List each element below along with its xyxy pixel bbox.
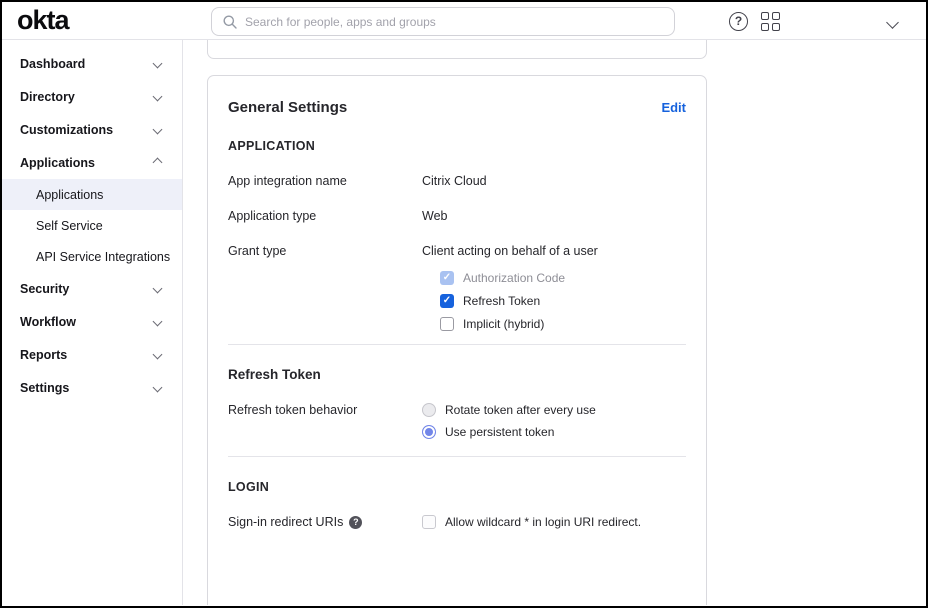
sidebar-item-directory[interactable]: Directory <box>2 80 182 113</box>
checkbox-checked-icon[interactable]: ✓ <box>440 294 454 308</box>
authorization-code-option: ✓ Authorization Code <box>440 271 686 285</box>
previous-card-partial <box>207 40 707 59</box>
sidebar-item-label: Settings <box>20 381 69 395</box>
section-divider <box>228 344 686 345</box>
refresh-token-radio-group: Rotate token after every use Use persist… <box>422 403 686 439</box>
chevron-down-icon <box>153 350 163 360</box>
sidebar-subitem-self-service[interactable]: Self Service <box>2 210 182 241</box>
checkbox-label: Refresh Token <box>463 294 540 308</box>
implicit-hybrid-option[interactable]: Implicit (hybrid) <box>440 317 686 331</box>
sidebar-subitem-api-service-integrations[interactable]: API Service Integrations <box>2 241 182 272</box>
application-type-row: Application type Web <box>228 209 686 223</box>
main-content: General Settings Edit APPLICATION App in… <box>183 40 926 605</box>
sidebar-item-label: API Service Integrations <box>36 250 170 264</box>
chevron-down-icon <box>153 317 163 327</box>
allow-wildcard-option[interactable]: Allow wildcard * in login URI redirect. <box>422 515 686 529</box>
checkbox-label: Allow wildcard * in login URI redirect. <box>445 515 641 529</box>
field-label: Refresh token behavior <box>228 403 422 417</box>
sidebar-item-label: Self Service <box>36 219 103 233</box>
checkbox-unchecked-icon[interactable] <box>422 515 436 529</box>
refresh-token-option[interactable]: ✓ Refresh Token <box>440 294 686 308</box>
chevron-down-icon <box>153 59 163 69</box>
sidebar-item-reports[interactable]: Reports <box>2 338 182 371</box>
section-divider <box>228 456 686 457</box>
sidebar-item-dashboard[interactable]: Dashboard <box>2 47 182 80</box>
field-label: Grant type <box>228 244 422 258</box>
sidebar-item-label: Dashboard <box>20 57 85 71</box>
sidebar-subitem-applications[interactable]: Applications <box>2 179 182 210</box>
sidebar-item-workflow[interactable]: Workflow <box>2 305 182 338</box>
use-persistent-token-option[interactable]: Use persistent token <box>422 425 686 439</box>
sidebar-item-customizations[interactable]: Customizations <box>2 113 182 146</box>
field-label: Application type <box>228 209 422 223</box>
refresh-token-behavior-row: Refresh token behavior Rotate token afte… <box>228 403 686 439</box>
sidebar-item-label: Directory <box>20 90 75 104</box>
chevron-down-icon <box>153 383 163 393</box>
sidebar-item-security[interactable]: Security <box>2 272 182 305</box>
field-label: App integration name <box>228 174 422 188</box>
radio-label: Use persistent token <box>445 425 554 439</box>
sidebar-nav: Dashboard Directory Customizations Appli… <box>2 40 183 605</box>
sidebar-item-label: Applications <box>36 188 103 202</box>
app-integration-name-row: App integration name Citrix Cloud <box>228 174 686 188</box>
rotate-token-option[interactable]: Rotate token after every use <box>422 403 686 417</box>
general-settings-card: General Settings Edit APPLICATION App in… <box>207 75 707 605</box>
sidebar-item-label: Reports <box>20 348 67 362</box>
chevron-up-icon <box>153 158 163 168</box>
field-label: Sign-in redirect URIs <box>228 515 343 529</box>
checkbox-label: Implicit (hybrid) <box>463 317 544 331</box>
sidebar-item-label: Applications <box>20 156 95 170</box>
checkbox-label: Authorization Code <box>463 271 565 285</box>
field-value: Citrix Cloud <box>422 174 686 188</box>
help-icon: ? <box>729 12 748 31</box>
top-bar: okta ? <box>2 2 926 40</box>
radio-selected-icon[interactable] <box>422 425 436 439</box>
okta-logo: okta <box>17 5 69 36</box>
card-header: General Settings Edit <box>228 99 686 116</box>
login-section-heading: LOGIN <box>228 480 686 494</box>
radio-unselected-icon[interactable] <box>422 403 436 417</box>
help-tooltip-icon[interactable]: ? <box>349 516 362 529</box>
apps-grid-icon <box>761 12 780 31</box>
sign-in-redirect-row: Sign-in redirect URIs ? Allow wildcard *… <box>228 515 686 529</box>
sidebar-item-settings[interactable]: Settings <box>2 371 182 404</box>
sidebar-item-label: Workflow <box>20 315 76 329</box>
sidebar-item-label: Customizations <box>20 123 113 137</box>
field-value: Web <box>422 209 686 223</box>
user-menu-button[interactable] <box>888 15 897 30</box>
checkbox-checked-disabled-icon: ✓ <box>440 271 454 285</box>
app-switcher-button[interactable] <box>761 12 780 31</box>
radio-label: Rotate token after every use <box>445 403 596 417</box>
application-section-heading: APPLICATION <box>228 139 686 153</box>
checkbox-unchecked-icon[interactable] <box>440 317 454 331</box>
sidebar-item-applications[interactable]: Applications <box>2 146 182 179</box>
chevron-down-icon <box>153 284 163 294</box>
help-button[interactable]: ? <box>729 12 748 31</box>
sidebar-item-label: Security <box>20 282 69 296</box>
chevron-down-icon <box>153 125 163 135</box>
grant-type-group-label: Client acting on behalf of a user <box>422 244 686 258</box>
page-title: General Settings <box>228 99 347 116</box>
chevron-down-icon <box>886 16 899 29</box>
search-icon <box>223 15 237 29</box>
refresh-token-section-heading: Refresh Token <box>228 367 686 382</box>
grant-type-row: Grant type Client acting on behalf of a … <box>228 244 686 331</box>
grant-type-checkbox-list: ✓ Authorization Code ✓ Refresh Token Imp… <box>440 271 686 331</box>
chevron-down-icon <box>153 92 163 102</box>
edit-button[interactable]: Edit <box>661 100 686 115</box>
global-search[interactable] <box>211 7 675 36</box>
search-input[interactable] <box>245 15 663 29</box>
